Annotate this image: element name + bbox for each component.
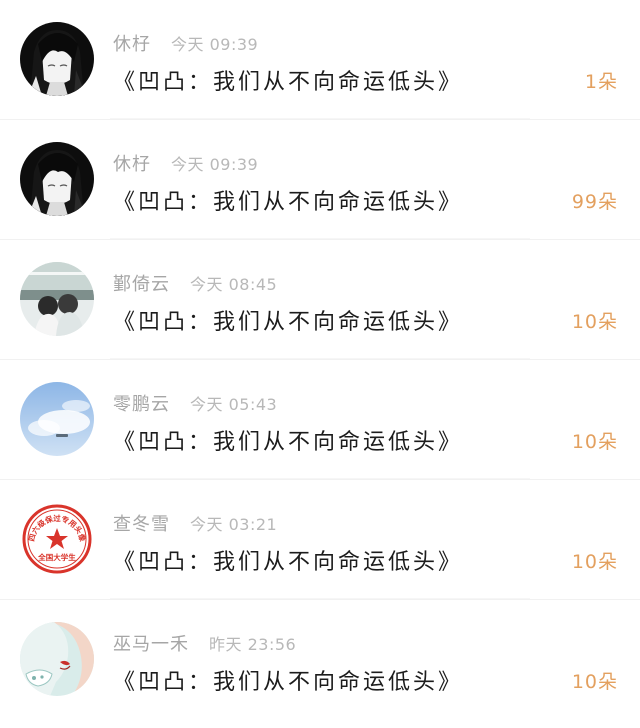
- send-time: 今天 09:39: [171, 35, 259, 54]
- flower-count: 10朵: [571, 671, 618, 693]
- flower-count: 10朵: [571, 311, 618, 333]
- sender-name[interactable]: 休杍: [113, 150, 151, 176]
- sender-name[interactable]: 查冬雪: [113, 510, 170, 536]
- list-item[interactable]: 四六级保过专用头像 全国大学生 查冬雪 今天 03:21 《凹凸：我们从不向命运…: [0, 479, 640, 599]
- list-item[interactable]: 零鹏云 今天 05:43 《凹凸：我们从不向命运低头》 10朵: [0, 359, 640, 479]
- seal-bottom-text: 全国大学生: [37, 552, 76, 562]
- flower-count: 99朵: [571, 191, 618, 213]
- item-meta: 鄞倚云 今天 08:45: [113, 270, 277, 296]
- sender-name[interactable]: 鄞倚云: [113, 270, 170, 296]
- gift-title: 《凹凸：我们从不向命运低头》: [113, 70, 464, 95]
- send-time: 昨天 23:56: [209, 635, 297, 654]
- gift-title: 《凹凸：我们从不向命运低头》: [113, 310, 464, 335]
- item-meta: 零鹏云 今天 05:43: [113, 390, 277, 416]
- sky-clouds-avatar-icon[interactable]: [20, 382, 94, 456]
- couple-photo-avatar-icon[interactable]: [20, 262, 94, 336]
- sender-name[interactable]: 休杍: [113, 30, 151, 56]
- gift-record-list: 休杍 今天 09:39 《凹凸：我们从不向命运低头》 1朵 休杍 今天 09:3…: [0, 0, 640, 719]
- illustrated-face-avatar-icon[interactable]: [20, 622, 94, 696]
- sender-name[interactable]: 零鹏云: [113, 390, 170, 416]
- gift-title: 《凹凸：我们从不向命运低头》: [113, 550, 464, 575]
- item-meta: 查冬雪 今天 03:21: [113, 510, 277, 536]
- item-meta: 巫马一禾 昨天 23:56: [113, 630, 296, 656]
- red-star-seal-avatar-icon[interactable]: 四六级保过专用头像 全国大学生: [20, 502, 94, 576]
- list-item[interactable]: 休杍 今天 09:39 《凹凸：我们从不向命运低头》 1朵: [0, 0, 640, 119]
- send-time: 今天 08:45: [190, 275, 278, 294]
- flower-count: 10朵: [571, 431, 618, 453]
- item-meta: 休杍 今天 09:39: [113, 30, 258, 56]
- item-meta: 休杍 今天 09:39: [113, 150, 258, 176]
- send-time: 今天 09:39: [171, 155, 259, 174]
- sender-name[interactable]: 巫马一禾: [113, 630, 189, 656]
- send-time: 今天 05:43: [190, 395, 278, 414]
- list-item[interactable]: 巫马一禾 昨天 23:56 《凹凸：我们从不向命运低头》 10朵: [0, 599, 640, 719]
- flower-count: 10朵: [571, 551, 618, 573]
- gift-title: 《凹凸：我们从不向命运低头》: [113, 670, 464, 695]
- list-item[interactable]: 休杍 今天 09:39 《凹凸：我们从不向命运低头》 99朵: [0, 119, 640, 239]
- list-item[interactable]: 鄞倚云 今天 08:45 《凹凸：我们从不向命运低头》 10朵: [0, 239, 640, 359]
- flower-count: 1朵: [584, 71, 618, 93]
- anime-girl-dark-avatar-icon[interactable]: [20, 142, 94, 216]
- anime-girl-dark-avatar-icon[interactable]: [20, 22, 94, 96]
- gift-title: 《凹凸：我们从不向命运低头》: [113, 430, 464, 455]
- gift-title: 《凹凸：我们从不向命运低头》: [113, 190, 464, 215]
- send-time: 今天 03:21: [190, 515, 278, 534]
